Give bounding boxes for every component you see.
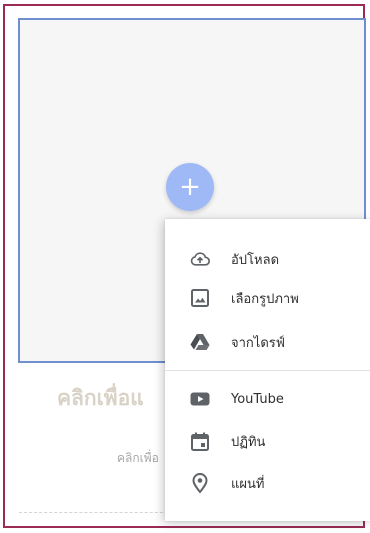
menu-label-from-drive: จากไดรฟ์: [231, 335, 285, 351]
map-pin-icon: [189, 472, 211, 494]
card-title[interactable]: คลิกเพื่อแ: [57, 382, 144, 415]
insert-menu: อัปโหลด เลือกรูปภาพ จากไดรฟ์ YouTube ปฏิ…: [165, 219, 370, 521]
youtube-icon: [189, 388, 211, 410]
plus-icon: +: [179, 172, 201, 202]
cloud-upload-icon: [189, 248, 211, 270]
menu-label-map: แผนที่: [231, 476, 265, 492]
menu-item-select-image[interactable]: เลือกรูปภาพ: [165, 278, 370, 318]
card-subtitle[interactable]: คลิกเพื่อ: [117, 449, 159, 468]
menu-item-youtube[interactable]: YouTube: [165, 379, 370, 419]
menu-item-upload[interactable]: อัปโหลด: [165, 239, 370, 279]
menu-item-from-drive[interactable]: จากไดรฟ์: [165, 322, 370, 362]
image-icon: [189, 287, 211, 309]
menu-label-upload: อัปโหลด: [231, 252, 280, 268]
calendar-icon: [189, 430, 211, 452]
menu-divider: [165, 370, 370, 371]
drive-icon: [189, 331, 211, 353]
menu-label-calendar: ปฏิทิน: [231, 434, 266, 450]
menu-label-youtube: YouTube: [231, 391, 284, 407]
menu-item-map[interactable]: แผนที่: [165, 463, 370, 503]
menu-item-calendar[interactable]: ปฏิทิน: [165, 421, 370, 461]
menu-label-select-image: เลือกรูปภาพ: [231, 291, 299, 307]
add-button[interactable]: +: [166, 163, 214, 211]
